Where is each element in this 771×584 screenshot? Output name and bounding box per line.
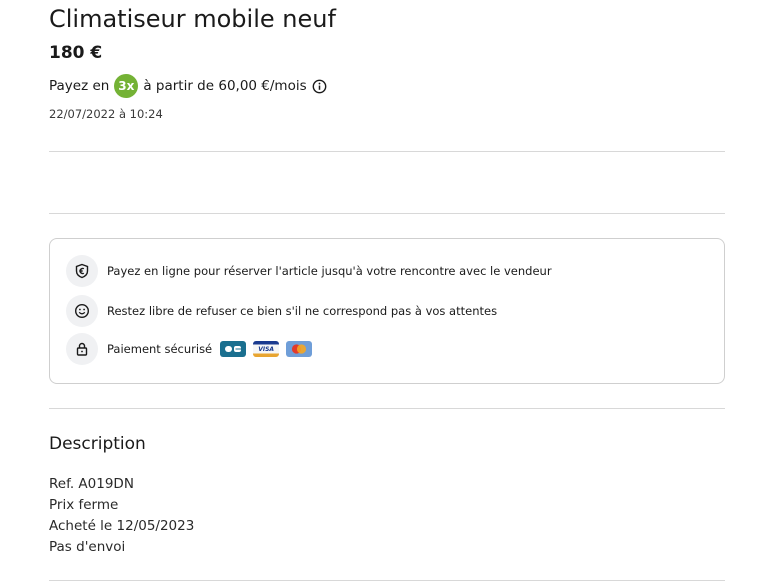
listing-title: Climatiseur mobile neuf [49,5,336,33]
payment-line: Payez en 3x à partir de 60,00 €/mois [49,74,327,98]
description-line: Pas d'envoi [49,539,126,555]
listing-date: 22/07/2022 à 10:24 [49,107,163,121]
payment-suffix: à partir de 60,00 €/mois [143,78,307,94]
lock-icon [66,333,98,365]
mastercard-card-icon [286,341,313,357]
description-line: Acheté le 12/05/2023 [49,518,195,534]
listing-price: 180 € [49,43,103,63]
euro-shield-icon [66,255,98,287]
divider [49,580,725,581]
description-line: Prix ferme [49,497,119,513]
description-heading: Description [49,434,146,454]
description-list: Ref. A019DN Prix ferme Acheté le 12/05/2… [49,474,194,558]
divider [49,408,725,409]
guarantees-box: Payez en ligne pour réserver l'article j… [49,238,725,384]
guarantee-row-secure: Paiement sécurisé VISA [66,333,319,365]
guarantee-text: Paiement sécurisé [107,342,213,356]
description-line: Ref. A019DN [49,476,134,492]
guarantee-text: Restez libre de refuser ce bien s'il ne … [107,304,498,318]
cb-card-icon [220,341,247,357]
divider [49,151,725,152]
payment-prefix: Payez en [49,78,110,94]
payment-cards: VISA [220,341,319,357]
info-icon[interactable] [312,79,327,94]
guarantee-row-refuse: Restez libre de refuser ce bien s'il ne … [66,295,497,327]
guarantee-row-online-payment: Payez en ligne pour réserver l'article j… [66,255,552,287]
smiley-icon [66,295,98,327]
installments-badge: 3x [114,74,139,98]
divider [49,213,725,214]
visa-card-icon: VISA [253,341,280,357]
guarantee-text: Payez en ligne pour réserver l'article j… [107,264,552,278]
